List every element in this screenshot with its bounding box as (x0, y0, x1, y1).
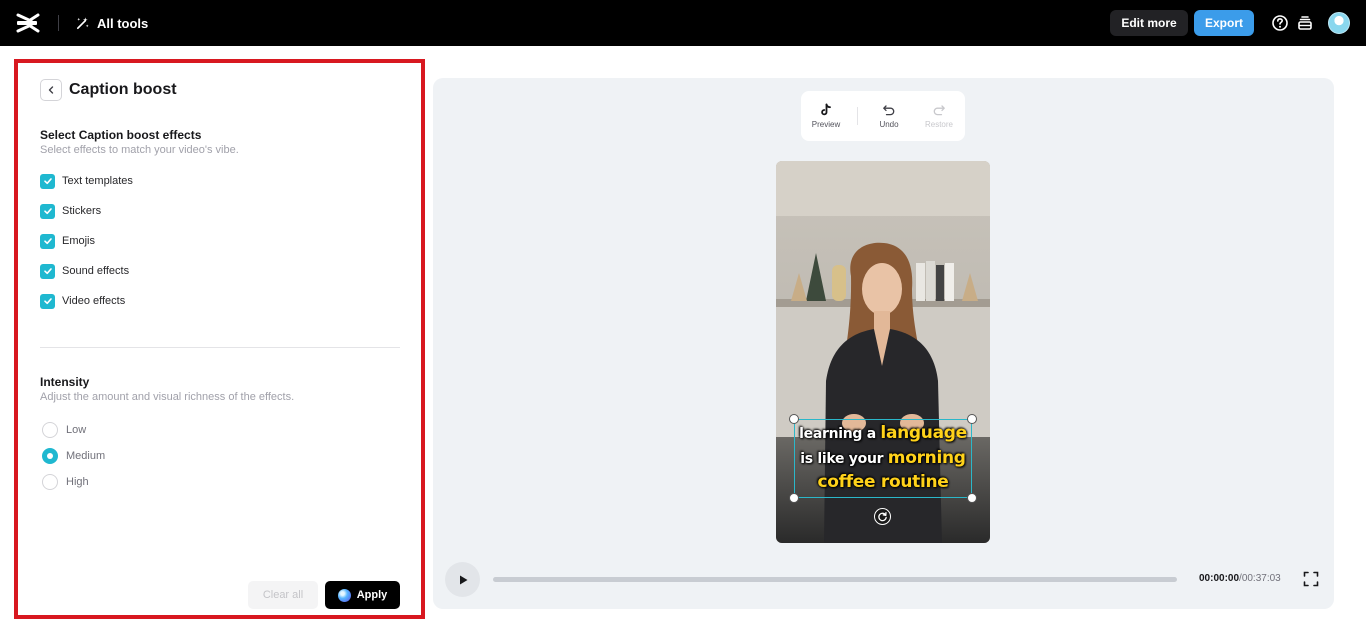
resize-handle[interactable] (789, 493, 799, 503)
caption-line-2: is like your morning (776, 448, 990, 468)
restore-label: Restore (925, 120, 953, 129)
checkbox-checked-icon[interactable] (40, 264, 55, 279)
help-icon[interactable] (1271, 14, 1289, 32)
redo-icon (932, 103, 946, 117)
ai-orb-icon (338, 589, 351, 602)
section-divider (40, 347, 400, 348)
header-divider (58, 15, 59, 31)
caption-highlight-text: language (880, 423, 966, 443)
option-text-templates[interactable]: Text templates (40, 173, 133, 189)
play-icon (457, 574, 469, 586)
toolbar-divider (857, 107, 858, 125)
total-time: 00:37:03 (1242, 573, 1281, 584)
undo-icon (882, 103, 896, 117)
rotate-handle[interactable] (874, 508, 891, 525)
capcut-logo-icon[interactable] (16, 12, 40, 34)
option-label: Stickers (62, 205, 101, 217)
edit-more-button[interactable]: Edit more (1110, 10, 1188, 36)
fullscreen-icon[interactable] (1303, 571, 1319, 587)
intensity-option-medium[interactable]: Medium (42, 448, 105, 464)
option-video-effects[interactable]: Video effects (40, 293, 125, 309)
undo-label: Undo (879, 120, 898, 129)
apply-label: Apply (357, 589, 388, 601)
option-emojis[interactable]: Emojis (40, 233, 95, 249)
user-avatar[interactable] (1328, 12, 1350, 34)
playback-progress-bar[interactable] (493, 577, 1177, 582)
caption-plain-text: learning a (799, 426, 880, 442)
radio-unselected-icon[interactable] (42, 474, 58, 490)
intensity-option-high[interactable]: High (42, 474, 89, 490)
all-tools-button[interactable]: All tools (75, 13, 148, 33)
checkbox-checked-icon[interactable] (40, 174, 55, 189)
radio-label: Medium (66, 450, 105, 462)
tiktok-icon (819, 103, 833, 117)
apply-button[interactable]: Apply (325, 581, 400, 609)
top-bar: All tools Edit more Export (0, 0, 1366, 46)
caption-line-3: coffee routine (776, 472, 990, 492)
rotate-icon (877, 511, 888, 522)
effects-section-title: Select Caption boost effects (40, 128, 201, 142)
clear-all-button[interactable]: Clear all (248, 581, 318, 609)
preview-toolbar: Preview Undo Restore (801, 91, 965, 141)
layers-icon[interactable] (1296, 14, 1314, 32)
radio-label: Low (66, 424, 86, 436)
caption-plain-text: is like your (800, 451, 888, 467)
video-preview[interactable]: learning a language is like your morning… (776, 161, 990, 543)
preview-stage: Preview Undo Restore (433, 78, 1334, 609)
resize-handle[interactable] (967, 493, 977, 503)
current-time: 00:00:00 (1199, 573, 1239, 584)
caption-highlight-text: coffee routine (817, 472, 948, 492)
option-sound-effects[interactable]: Sound effects (40, 263, 129, 279)
restore-button[interactable]: Restore (914, 103, 964, 129)
play-button[interactable] (445, 562, 480, 597)
option-label: Emojis (62, 235, 95, 247)
checkbox-checked-icon[interactable] (40, 204, 55, 219)
time-readout: 00:00:00/00:37:03 (1199, 573, 1281, 584)
radio-unselected-icon[interactable] (42, 422, 58, 438)
option-stickers[interactable]: Stickers (40, 203, 101, 219)
checkbox-checked-icon[interactable] (40, 234, 55, 249)
radio-selected-icon[interactable] (42, 448, 58, 464)
option-label: Video effects (62, 295, 125, 307)
preview-tiktok-button[interactable]: Preview (801, 103, 851, 129)
caption-line-1: learning a language (776, 423, 990, 443)
radio-label: High (66, 476, 89, 488)
caption-boost-panel: Caption boost Select Caption boost effec… (14, 59, 425, 619)
intensity-section-title: Intensity (40, 375, 89, 389)
option-label: Sound effects (62, 265, 129, 277)
caption-highlight-text: morning (888, 448, 966, 468)
all-tools-label: All tools (97, 16, 148, 31)
intensity-section-subtitle: Adjust the amount and visual richness of… (40, 391, 294, 403)
panel-title: Caption boost (69, 79, 177, 101)
option-label: Text templates (62, 175, 133, 187)
back-button[interactable] (40, 79, 62, 101)
undo-button[interactable]: Undo (864, 103, 914, 129)
export-button[interactable]: Export (1194, 10, 1254, 36)
chevron-left-icon (46, 85, 56, 95)
magic-wand-icon (75, 16, 90, 31)
intensity-option-low[interactable]: Low (42, 422, 86, 438)
checkbox-checked-icon[interactable] (40, 294, 55, 309)
preview-label: Preview (812, 120, 840, 129)
effects-section-subtitle: Select effects to match your video's vib… (40, 144, 239, 156)
